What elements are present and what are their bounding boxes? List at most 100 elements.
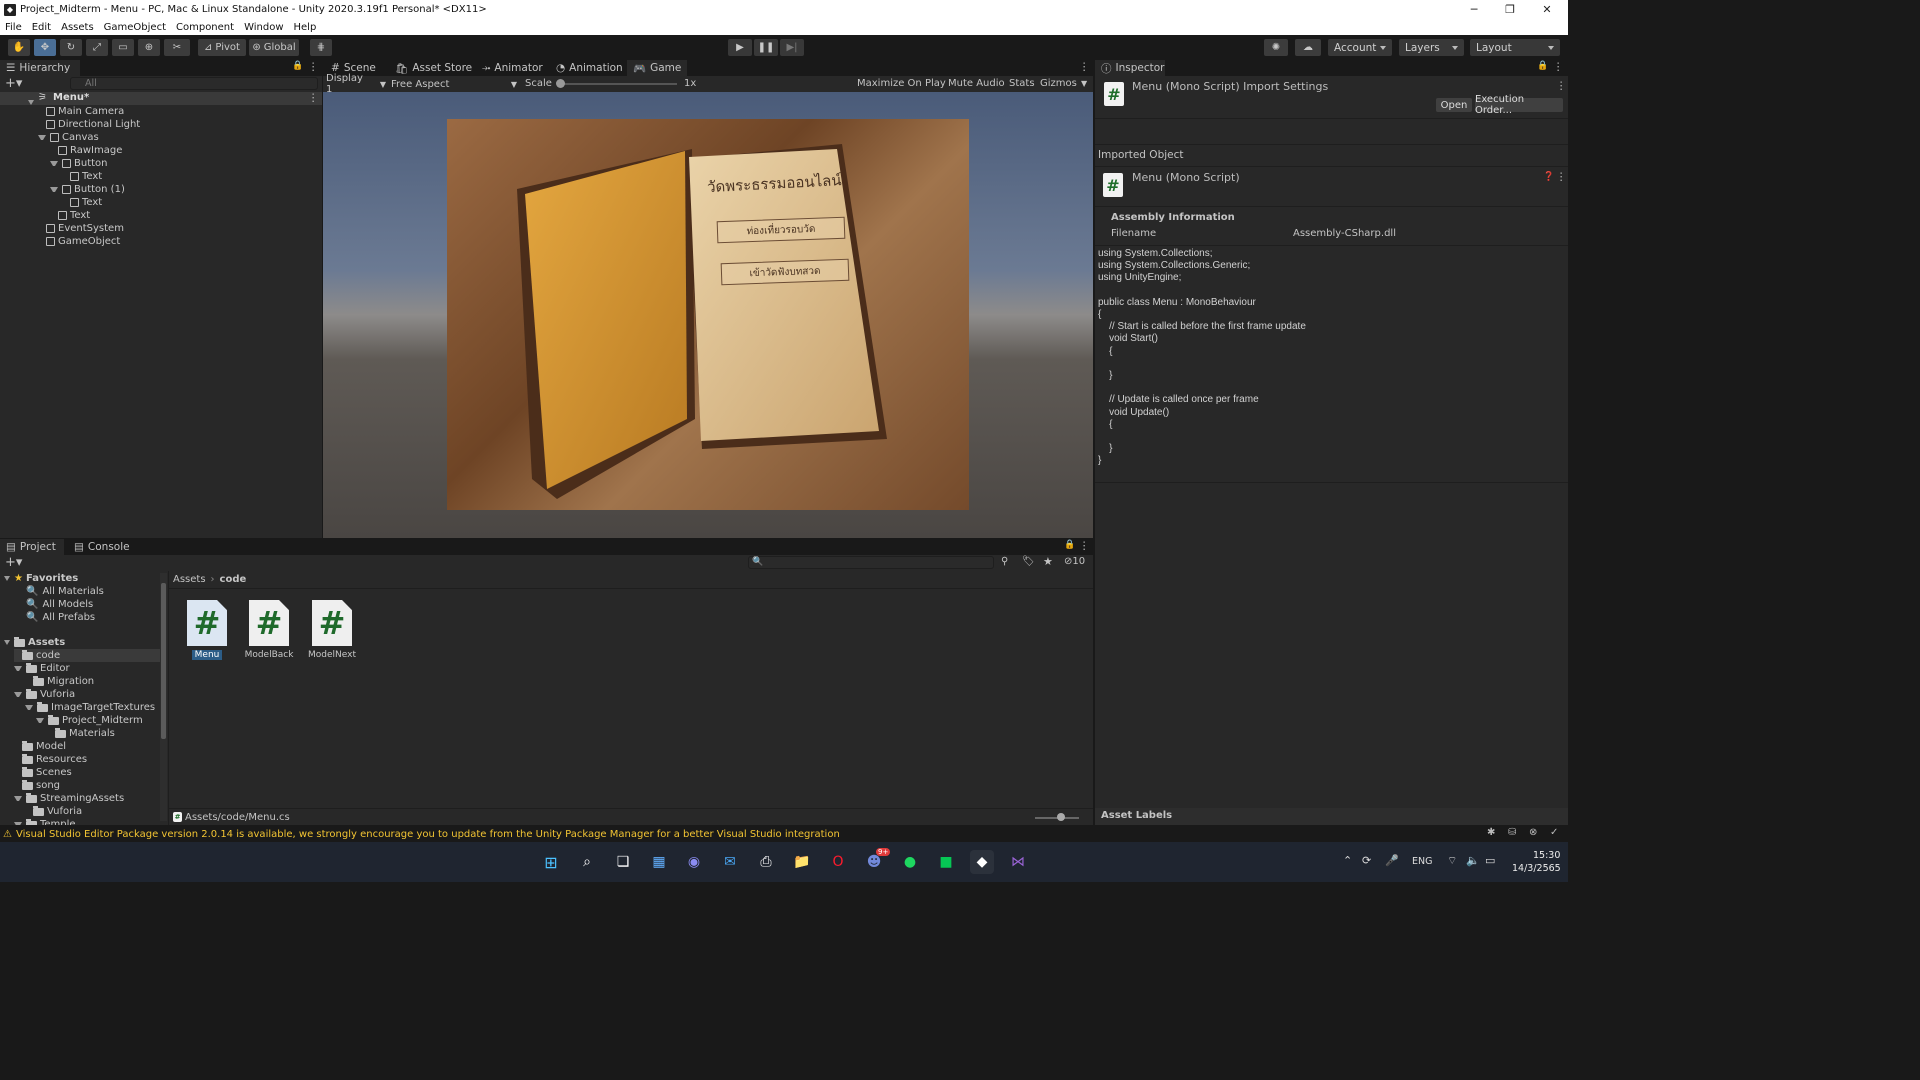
expand-arrow-icon[interactable] xyxy=(14,822,22,825)
expand-arrow-icon[interactable] xyxy=(14,692,22,697)
project-folder-item[interactable]: Temple xyxy=(14,818,76,825)
expand-arrow-icon[interactable] xyxy=(50,187,58,192)
printer-app-icon[interactable]: ⎙ xyxy=(754,850,778,874)
project-folder-item[interactable]: StreamingAssets xyxy=(14,792,124,805)
unity-taskbar-icon[interactable]: ◆ xyxy=(970,850,994,874)
tree-scrollbar[interactable] xyxy=(160,573,167,821)
line-app-icon[interactable]: ■ xyxy=(934,850,958,874)
tab-asset-store[interactable]: 🛍 Asset Store xyxy=(389,60,478,76)
hierarchy-item[interactable]: Button (1) xyxy=(50,183,125,196)
help-icon[interactable]: ❓ xyxy=(1543,172,1554,182)
aspect-dropdown[interactable]: Free Aspect ▼ xyxy=(391,76,519,92)
breadcrumb-assets[interactable]: Assets xyxy=(173,574,206,585)
more-icon[interactable]: ⋮ xyxy=(308,61,319,73)
hierarchy-item[interactable]: Button xyxy=(50,157,108,170)
project-folder-item[interactable]: Resources xyxy=(14,753,87,766)
project-folder-item[interactable]: Scenes xyxy=(14,766,72,779)
volume-icon[interactable]: 🔈 xyxy=(1466,854,1480,867)
microphone-icon[interactable]: 🎤 xyxy=(1385,854,1399,867)
menu-file[interactable]: File xyxy=(0,22,27,33)
status-bar[interactable]: ⚠ Visual Studio Editor Package version 2… xyxy=(0,826,1568,842)
favorite-all-materials[interactable]: 🔍 All Materials xyxy=(26,585,104,598)
asset-modelnext[interactable]: # ModelNext xyxy=(304,600,360,660)
hierarchy-item[interactable]: Text xyxy=(62,170,102,183)
pivot-toggle[interactable]: ⊿ Pivot xyxy=(198,39,246,56)
hierarchy-search-input[interactable]: All xyxy=(70,77,318,90)
hierarchy-item[interactable]: Main Camera xyxy=(38,105,124,118)
tour-temple-button[interactable]: ท่องเที่ยวรอบวัด xyxy=(716,216,846,244)
layout-dropdown[interactable]: Layout xyxy=(1470,39,1560,56)
expand-arrow-icon[interactable] xyxy=(50,161,58,166)
menu-help[interactable]: Help xyxy=(289,22,322,33)
transform-tool-icon[interactable]: ⊕ xyxy=(138,39,160,56)
clock-time[interactable]: 15:30 xyxy=(1533,850,1560,861)
minimize-button[interactable]: ─ xyxy=(1456,0,1492,19)
tab-hierarchy[interactable]: ☰ Hierarchy xyxy=(0,60,80,76)
rotate-tool-icon[interactable]: ↻ xyxy=(60,39,82,56)
expand-arrow-icon[interactable] xyxy=(4,640,10,645)
project-folder-item[interactable]: Vuforia xyxy=(25,805,82,818)
object-menu-icon[interactable]: ⋮ xyxy=(1556,171,1567,183)
project-folder-item[interactable]: code xyxy=(14,649,160,662)
teams-chat-icon[interactable]: ◉ xyxy=(682,850,706,874)
battery-icon[interactable]: ▭ xyxy=(1485,854,1495,867)
windows-start-icon[interactable]: ⊞ xyxy=(539,850,563,874)
hierarchy-item[interactable]: Text xyxy=(50,209,90,222)
wifi-icon[interactable]: ⌔ xyxy=(1447,854,1457,868)
favorites-row[interactable]: ★ Favorites xyxy=(4,572,78,585)
hierarchy-item[interactable]: EventSystem xyxy=(38,222,124,235)
hierarchy-item[interactable]: RawImage xyxy=(50,144,122,157)
gizmos-arrow-icon[interactable]: ▼ xyxy=(1081,79,1087,88)
favorite-all-models[interactable]: 🔍 All Models xyxy=(26,598,93,611)
spotify-icon[interactable]: ● xyxy=(898,850,922,874)
language-indicator[interactable]: ENG xyxy=(1412,856,1432,867)
move-tool-icon[interactable]: ✥ xyxy=(34,39,56,56)
maximize-button[interactable]: ❐ xyxy=(1492,0,1528,19)
project-folder-item[interactable]: song xyxy=(14,779,60,792)
project-search-input[interactable] xyxy=(748,556,994,569)
custom-tool-icon[interactable]: ✂ xyxy=(164,39,190,56)
menu-gameobject[interactable]: GameObject xyxy=(99,22,171,33)
cloud-icon[interactable]: ☁ xyxy=(1295,39,1321,56)
tab-animation[interactable]: ◔ Animation xyxy=(550,60,629,76)
expand-arrow-icon[interactable] xyxy=(14,666,22,671)
tab-inspector[interactable]: ⓘ Inspector xyxy=(1095,60,1165,76)
scale-slider-handle[interactable] xyxy=(556,79,565,88)
listen-chant-button[interactable]: เข้าวัดฟังบทสวด xyxy=(720,258,850,286)
project-add-icon[interactable]: +▾ xyxy=(5,555,22,570)
icon-size-slider-handle[interactable] xyxy=(1057,813,1065,821)
expand-arrow-icon[interactable] xyxy=(38,135,46,140)
gizmos-dropdown[interactable]: Gizmos xyxy=(1040,78,1077,89)
project-folder-item[interactable]: Migration xyxy=(25,675,94,688)
expand-arrow-icon[interactable] xyxy=(25,705,33,710)
lighting-icon[interactable]: ⊗ xyxy=(1529,827,1537,838)
bug-icon[interactable]: ✱ xyxy=(1487,827,1495,838)
scene-menu-icon[interactable]: ⋮ xyxy=(308,92,319,104)
expand-arrow-icon[interactable] xyxy=(14,796,22,801)
project-folder-item[interactable]: ImageTargetTextures xyxy=(25,701,155,714)
account-dropdown[interactable]: Account xyxy=(1328,39,1392,56)
opera-browser-icon[interactable]: O xyxy=(826,850,850,874)
scale-slider[interactable] xyxy=(559,83,677,85)
tree-scrollbar-thumb[interactable] xyxy=(161,583,166,739)
asset-menu[interactable]: # Menu xyxy=(179,600,235,660)
discord-icon[interactable]: ☻ 9+ xyxy=(862,848,891,874)
tray-chevron-icon[interactable]: ⌃ xyxy=(1343,854,1352,867)
collab-icon[interactable]: ✺ xyxy=(1264,39,1288,56)
clock-date[interactable]: 14/3/2565 xyxy=(1512,863,1561,874)
pause-button[interactable]: ❚❚ xyxy=(754,39,778,56)
hand-tool-icon[interactable]: ✋ xyxy=(8,39,30,56)
expand-arrow-icon[interactable] xyxy=(36,718,44,723)
menu-component[interactable]: Component xyxy=(171,22,239,33)
global-toggle[interactable]: ⊛ Global xyxy=(249,39,299,56)
tab-project[interactable]: ▤ Project xyxy=(0,539,64,555)
menu-window[interactable]: Window xyxy=(239,22,288,33)
lock-icon[interactable]: 🔒 xyxy=(292,61,303,71)
display-dropdown[interactable]: Display 1 ▼ xyxy=(326,73,386,95)
maximize-on-play-toggle[interactable]: Maximize On Play xyxy=(857,78,946,89)
hidden-packages-icon[interactable]: ⊘10 xyxy=(1064,556,1085,567)
asset-modelback[interactable]: # ModelBack xyxy=(241,600,297,660)
hierarchy-item[interactable]: Text xyxy=(62,196,102,209)
hierarchy-item[interactable]: Canvas xyxy=(38,131,99,144)
tab-console[interactable]: ▤ Console xyxy=(68,539,136,555)
